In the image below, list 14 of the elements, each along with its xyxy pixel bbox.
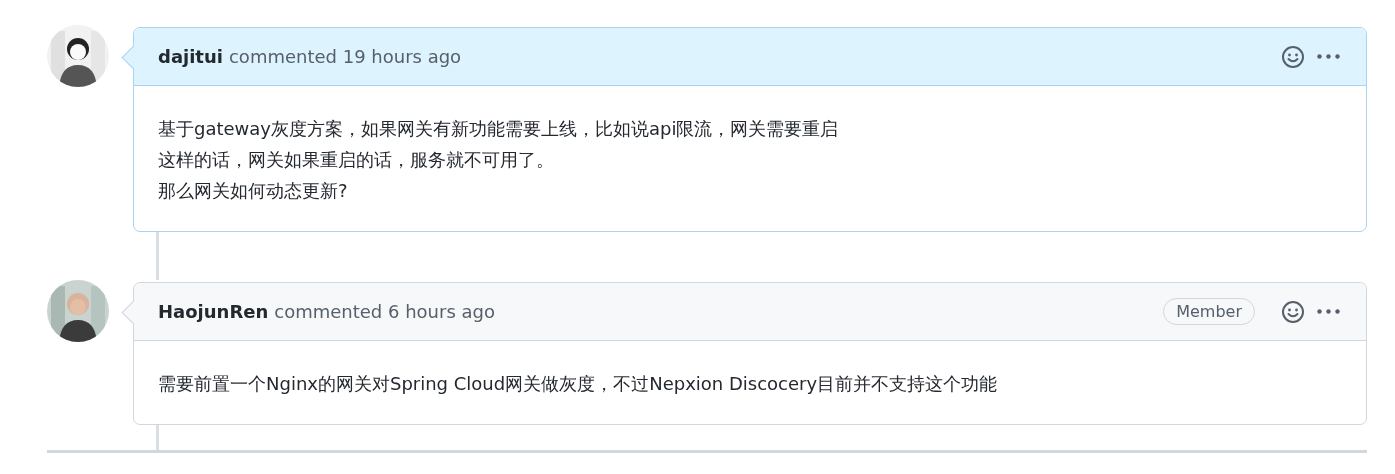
comment-author[interactable]: HaojunRen bbox=[158, 301, 269, 322]
comment-text: 这样的话，网关如果重启的话，服务就不可用了。 bbox=[158, 148, 555, 172]
comment-timestamp: commented 6 hours ago bbox=[274, 301, 495, 322]
comment-author[interactable]: dajitui bbox=[158, 46, 223, 67]
emoji-reaction-icon bbox=[1281, 299, 1305, 324]
more-options-icon bbox=[1317, 54, 1340, 59]
emoji-reaction-icon bbox=[1281, 44, 1305, 69]
comment-text: 那么网关如何动态更新? bbox=[158, 179, 349, 203]
more-options-button[interactable] bbox=[1315, 307, 1342, 316]
comment-text: 基于gateway灰度方案，如果网关有新功能需要上线，比如说api限流，网关需要重启 bbox=[158, 117, 840, 141]
more-options-button[interactable] bbox=[1315, 52, 1342, 61]
comment-timestamp: commented 19 hours ago bbox=[228, 46, 462, 67]
more-options-icon bbox=[1317, 309, 1340, 314]
comment-text: 需要前置一个Nginx的网关对Spring Cloud网关做灰度，不过Nepxion Discocery目前并不支持这个功能 bbox=[158, 372, 999, 396]
